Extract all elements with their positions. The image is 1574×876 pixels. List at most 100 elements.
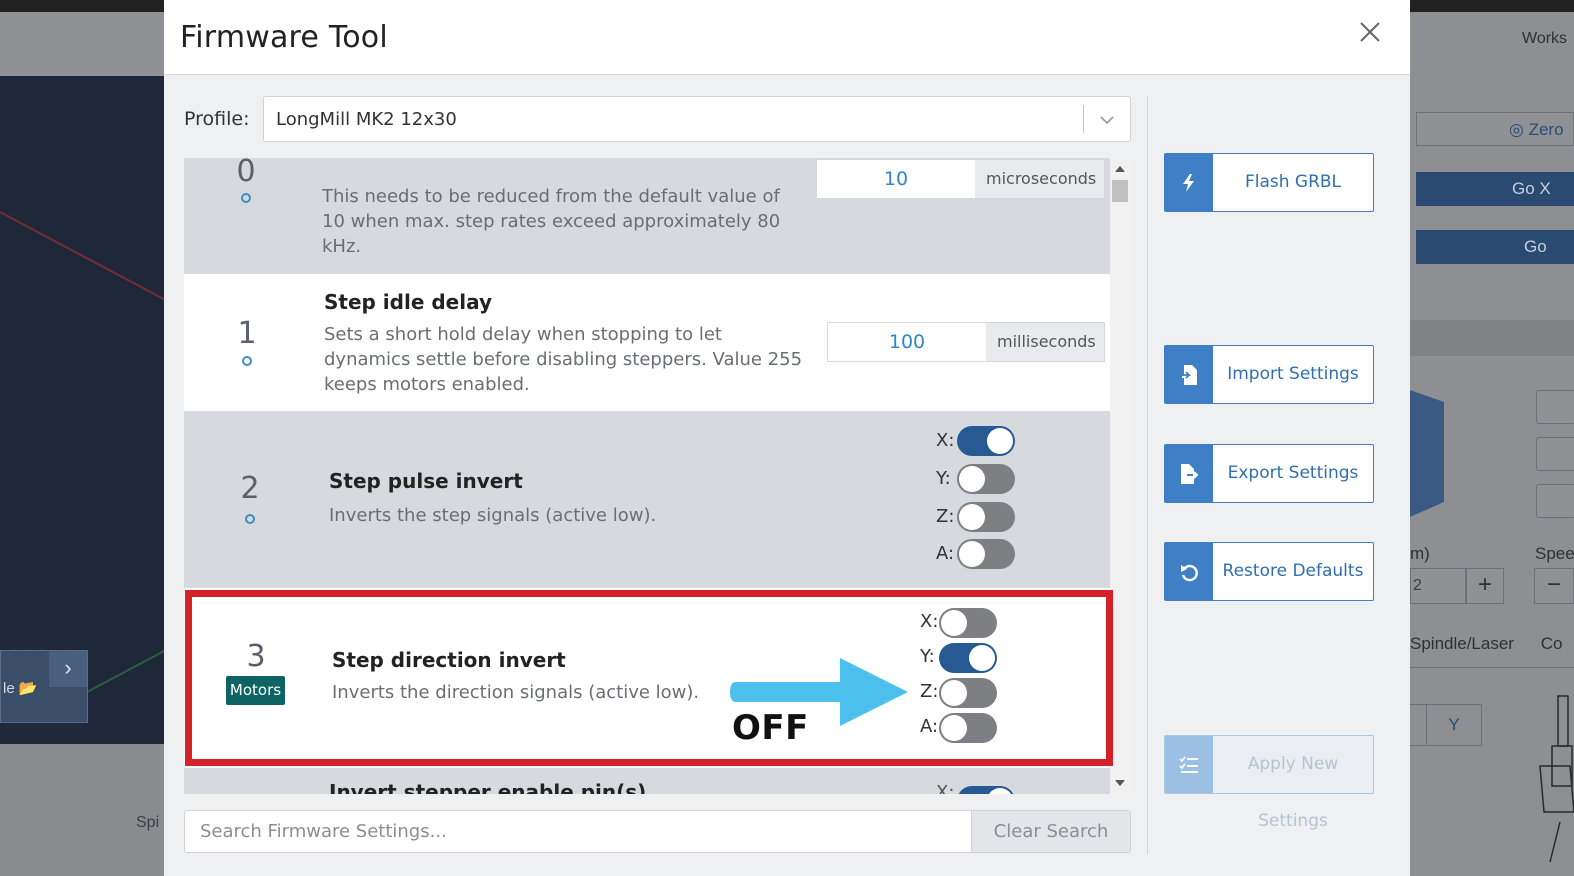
setting-row-2: 2 Step pulse invert Inverts the step sig…: [184, 411, 1110, 588]
zero-button[interactable]: ◎ Zero: [1416, 112, 1574, 146]
spindle-tab-partial[interactable]: Spi: [136, 814, 159, 832]
jog-z-minus-button[interactable]: [1410, 457, 1444, 517]
import-settings-button[interactable]: Import Settings: [1164, 345, 1374, 404]
jog-button[interactable]: [1536, 437, 1574, 471]
profile-value: LongMill MK2 12x30: [276, 109, 457, 130]
speed-label: Spee: [1535, 544, 1574, 563]
toggle-x[interactable]: [957, 786, 1015, 794]
toggle-x[interactable]: [939, 608, 997, 638]
scroll-thumb[interactable]: [1112, 180, 1128, 202]
close-icon[interactable]: [1354, 16, 1386, 48]
toggle-knob: [941, 715, 967, 741]
increment-button[interactable]: +: [1466, 568, 1504, 604]
axis-label-x: X:: [920, 611, 939, 632]
file-import-icon: [1165, 346, 1213, 403]
jog-button[interactable]: [1536, 484, 1574, 518]
toggle-a[interactable]: [957, 539, 1015, 569]
export-settings-button[interactable]: Export Settings: [1164, 444, 1374, 503]
setting-title: Invert stepper enable pin(s): [329, 780, 647, 794]
go-button[interactable]: Go: [1416, 230, 1574, 264]
x-axis-line: [0, 211, 169, 303]
lightning-icon: [1165, 154, 1213, 211]
settings-list[interactable]: 0 This needs to be reduced from the defa…: [184, 158, 1130, 794]
profile-select[interactable]: LongMill MK2 12x30: [263, 96, 1131, 142]
setting-value[interactable]: 100: [828, 323, 986, 361]
go-x-button[interactable]: Go X: [1416, 172, 1574, 206]
toggle-knob: [941, 680, 967, 706]
setting-unit: milliseconds: [986, 323, 1104, 361]
toggle-knob: [941, 610, 967, 636]
tab-console[interactable]: Co: [1541, 634, 1563, 653]
vertical-divider: [1147, 96, 1148, 854]
axis-label-a: A:: [920, 716, 939, 737]
axis-label-z: Z:: [936, 506, 955, 527]
scroll-down-icon[interactable]: [1115, 780, 1125, 786]
chevron-down-icon[interactable]: [1098, 111, 1116, 129]
step-input[interactable]: 2: [1410, 568, 1466, 604]
panel-band: [1410, 320, 1574, 356]
toggle-knob: [987, 428, 1013, 454]
annotation-label: OFF: [732, 708, 809, 748]
toggle-knob: [969, 645, 995, 671]
toggle-knob: [959, 504, 985, 530]
setting-number: 0: [236, 158, 256, 189]
search-bar: Search Firmware Settings... Clear Search: [184, 810, 1131, 853]
clear-search-button[interactable]: Clear Search: [971, 811, 1130, 852]
setting-row-0: 0 This needs to be reduced from the defa…: [184, 158, 1110, 274]
axis-label-a: A:: [936, 543, 955, 564]
toggle-x[interactable]: [957, 426, 1015, 456]
setting-number: 1: [237, 316, 257, 351]
setting-description: Sets a short hold delay when stopping to…: [324, 324, 803, 395]
setting-title: Step idle delay: [324, 290, 493, 314]
select-divider: [1083, 105, 1084, 133]
status-dot: [241, 193, 251, 203]
setting-row-4: Invert stepper enable pin(s) X:: [184, 768, 1110, 794]
step-unit-label: m): [1410, 544, 1430, 563]
export-settings-label: Export Settings: [1227, 463, 1359, 483]
restore-defaults-button[interactable]: Restore Defaults: [1164, 542, 1374, 601]
undo-icon: [1165, 543, 1213, 600]
axis-button-partial[interactable]: [1410, 704, 1426, 746]
setting-unit: microseconds: [975, 160, 1104, 198]
y-axis-button[interactable]: Y: [1426, 704, 1482, 746]
axis-label-y: Y:: [936, 468, 951, 489]
toggle-z[interactable]: [957, 502, 1015, 532]
list-scrollbar[interactable]: [1110, 158, 1130, 794]
toggle-y[interactable]: [939, 643, 997, 673]
axis-label-x: X:: [936, 430, 955, 451]
profile-label: Profile:: [184, 108, 250, 130]
flash-grbl-label: Flash GRBL: [1244, 172, 1342, 192]
tab-spindle-laser[interactable]: Spindle/Laser: [1410, 634, 1514, 653]
toggle-z[interactable]: [939, 678, 997, 708]
search-input[interactable]: Search Firmware Settings...: [185, 811, 971, 852]
decrement-button[interactable]: −: [1534, 568, 1574, 604]
modal-title: Firmware Tool: [180, 20, 388, 55]
apply-new-settings-button[interactable]: Apply New Settings: [1164, 735, 1374, 831]
toggle-knob: [959, 466, 985, 492]
3d-viewport: [0, 76, 191, 744]
restore-defaults-label: Restore Defaults: [1222, 561, 1364, 581]
setting-value[interactable]: 10: [817, 160, 975, 198]
jog-z-plus-button[interactable]: [1410, 390, 1444, 462]
category-badge: Motors: [226, 676, 285, 705]
toggle-a[interactable]: [939, 713, 997, 743]
flash-grbl-button[interactable]: Flash GRBL: [1164, 153, 1374, 212]
scroll-up-icon[interactable]: [1115, 166, 1125, 172]
setting-title: Step pulse invert: [329, 469, 523, 493]
setting-description: Inverts the direction signals (active lo…: [332, 682, 700, 703]
setting-description: This needs to be reduced from the defaul…: [322, 186, 781, 257]
chevron-right-icon[interactable]: ›: [49, 651, 87, 687]
jog-button[interactable]: [1536, 390, 1574, 424]
machine-sketch-icon: [1539, 695, 1574, 862]
setting-row-3: 3 Motors Step direction invert Inverts t…: [184, 588, 1110, 768]
axis-label-y: Y:: [920, 646, 935, 667]
setting-value-field[interactable]: 100 milliseconds: [827, 322, 1105, 362]
load-file-button[interactable]: le 📂 ›: [0, 650, 88, 723]
setting-title: Step direction invert: [332, 648, 566, 672]
toggle-knob: [959, 541, 985, 567]
bottom-panel: Spi: [0, 744, 164, 876]
toggle-y[interactable]: [957, 464, 1015, 494]
tool-tabs: Spindle/Laser Co: [1410, 634, 1574, 654]
setting-value-field[interactable]: 10 microseconds: [816, 159, 1105, 199]
status-dot: [245, 514, 255, 524]
